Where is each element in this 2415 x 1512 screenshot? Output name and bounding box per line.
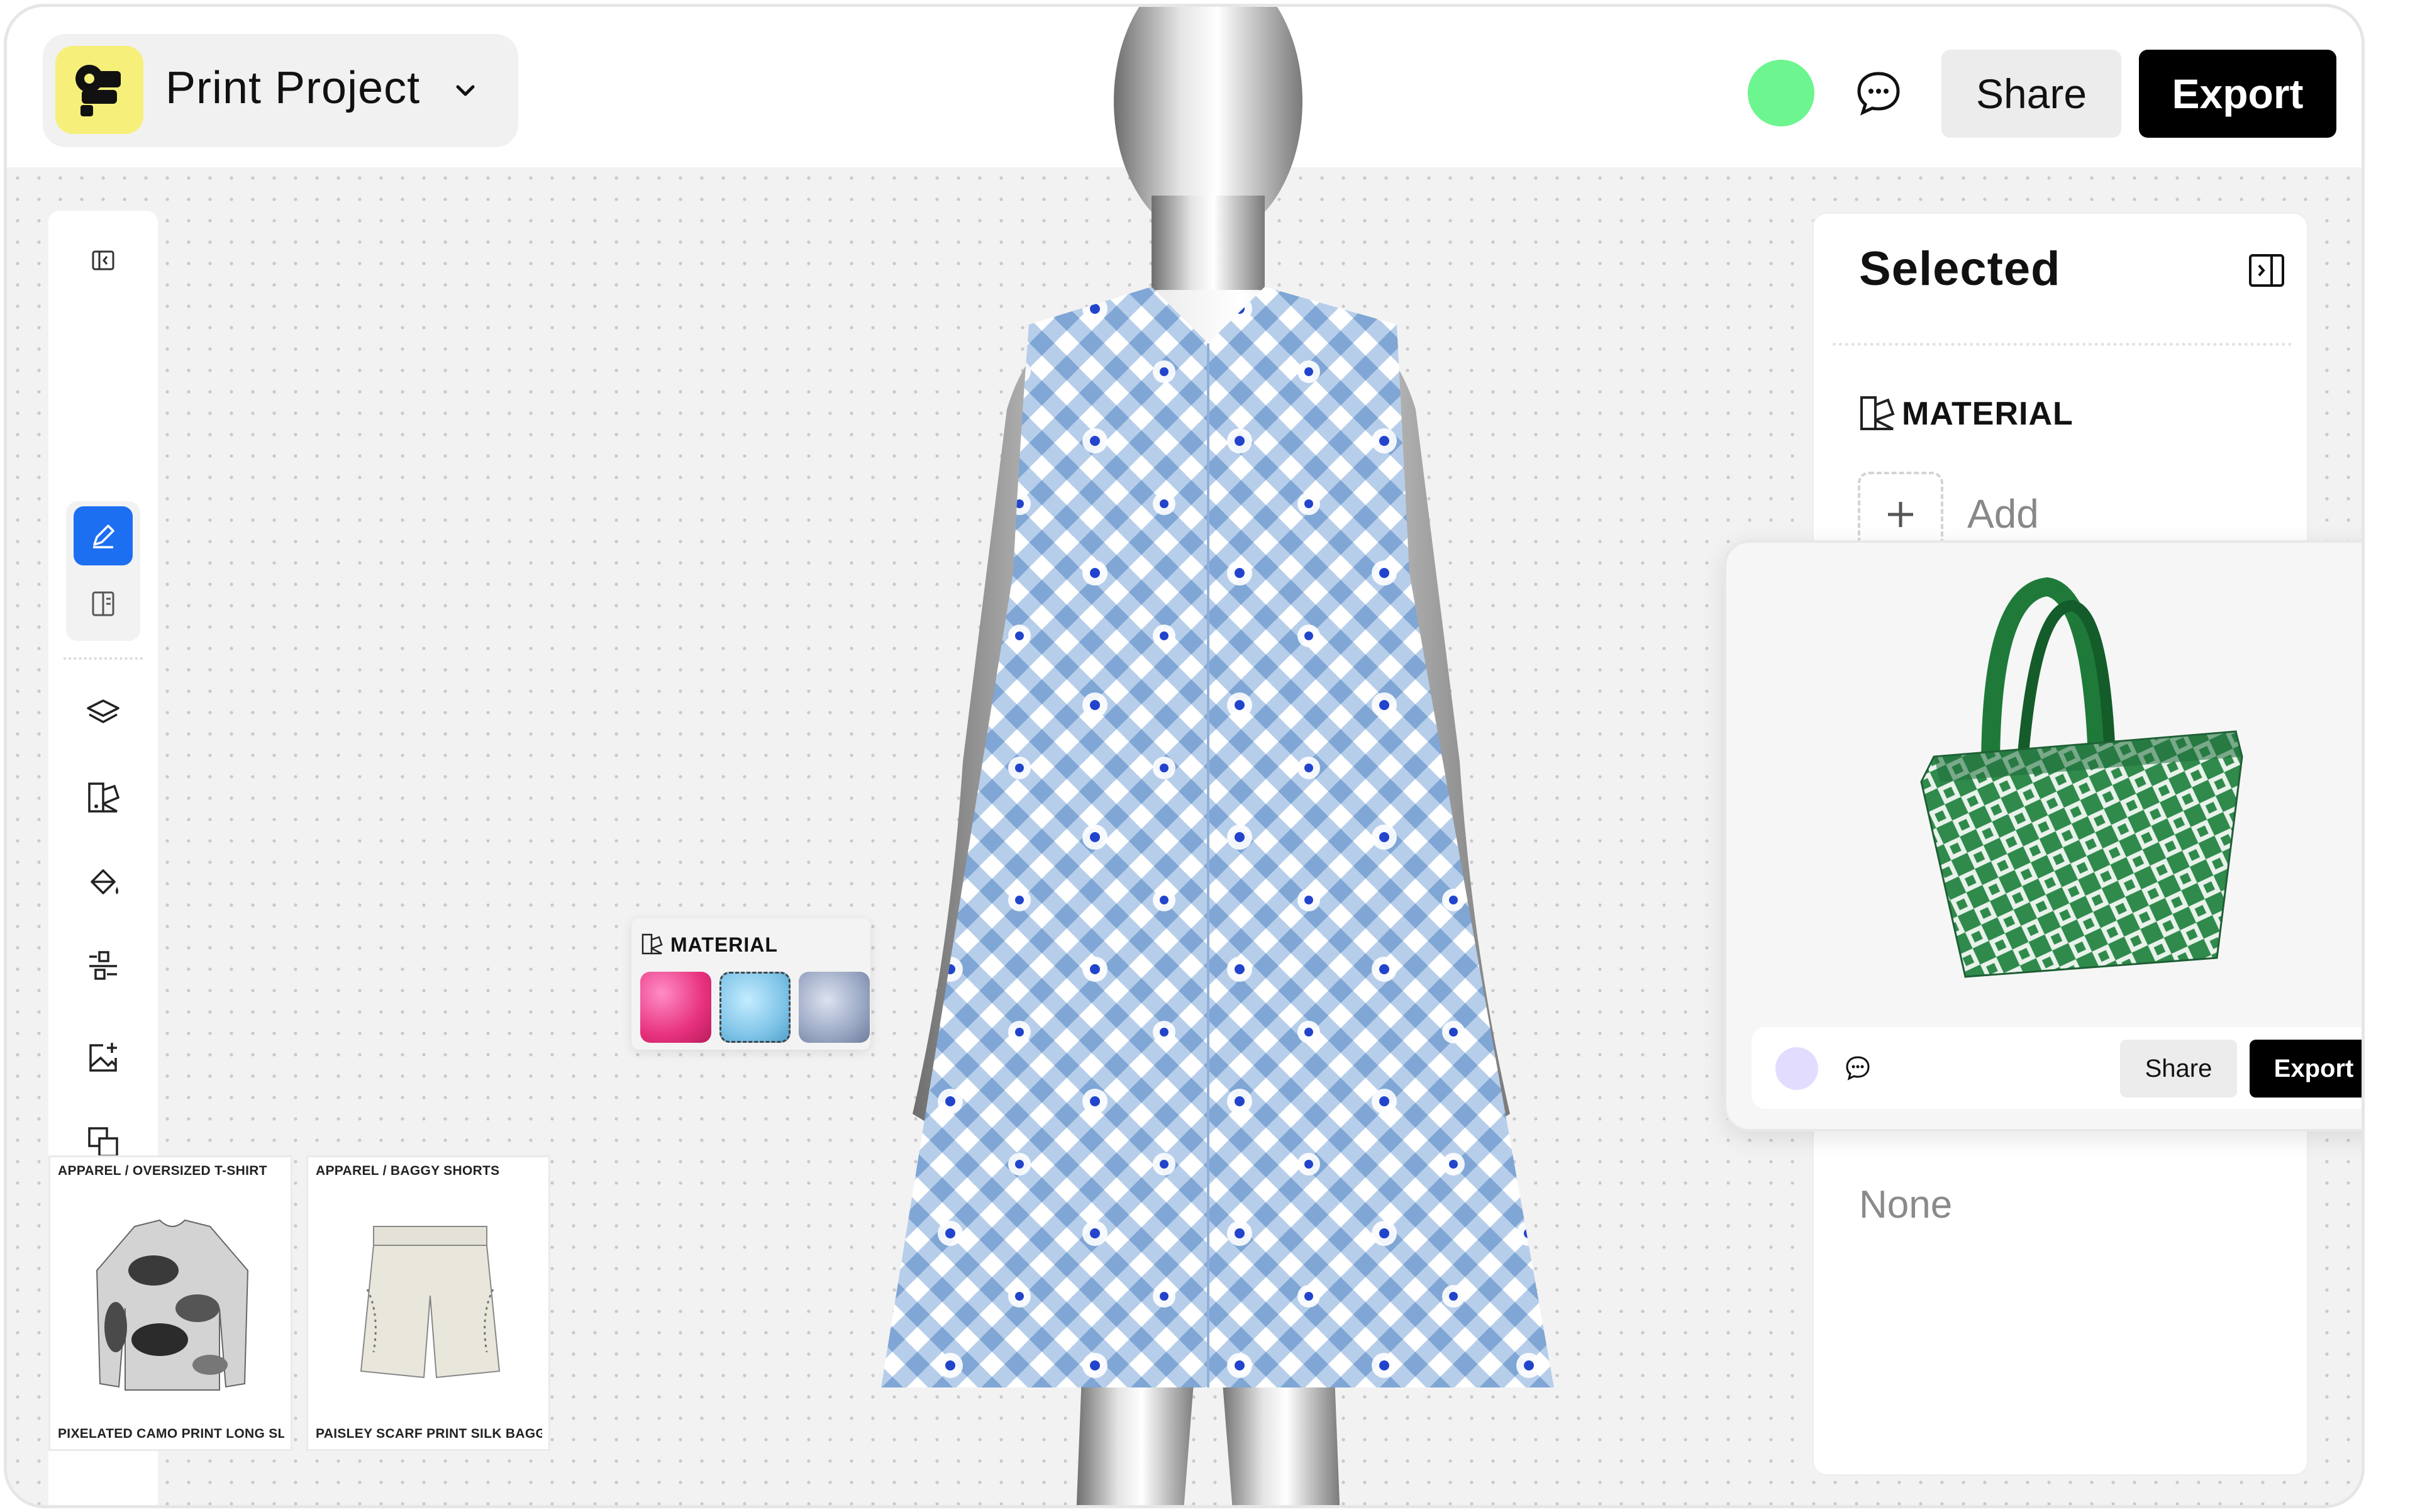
material-swatch-icon [640,932,665,960]
user-status-indicator[interactable] [1775,1047,1818,1090]
dress-render [881,7,1554,1505]
material-swatch-icon[interactable] [74,768,133,827]
project-title: Print Project [165,63,421,113]
edit-pencil-icon[interactable] [74,506,133,565]
add-material-label[interactable]: Add [1967,491,2039,537]
material-section-label: MATERIAL [1902,396,2074,432]
share-button[interactable]: Share [1941,50,2121,138]
project-switcher[interactable]: Print Project [43,34,518,147]
baggy-shorts-thumbnail [360,1226,501,1379]
swatch-pink-satin[interactable] [640,972,711,1043]
adjust-sliders-icon[interactable] [74,937,133,996]
tote-bag-render [1920,577,2243,978]
comment-icon[interactable] [1843,1053,1872,1086]
add-image-icon[interactable] [74,1028,133,1087]
export-button[interactable]: Export [2139,50,2336,138]
collapse-panel-icon[interactable] [2246,250,2287,294]
app-logo-icon [55,46,143,134]
share-button[interactable]: Share [2120,1040,2237,1098]
bag-preview-window: Share Export [1724,540,2362,1131]
product-category: APPAREL / BAGGY SHORTS [316,1164,500,1178]
collapse-sidebar-icon[interactable] [74,231,133,290]
material-popup: MATERIAL [631,918,870,1050]
swatch-silver-chiffon[interactable] [799,972,870,1043]
panel-divider [1833,343,2292,346]
layers-icon[interactable] [74,684,133,743]
product-name: PIXELATED CAMO PRINT LONG SLEEVE... [58,1426,284,1441]
document-icon[interactable] [74,574,133,633]
empty-state-text: None [1859,1183,1953,1226]
panel-title: Selected [1859,242,2061,296]
preview-action-bar: Share Export [1752,1027,2362,1109]
product-card[interactable]: APPAREL / OVERSIZED T-SHIRT PIXELATED CA… [48,1155,292,1451]
comment-icon[interactable] [1853,67,1904,119]
app-window: Print Project Share Export MATERIAL APPA… [4,4,2365,1508]
user-status-indicator[interactable] [1748,60,1814,126]
product-card[interactable]: APPAREL / BAGGY SHORTS PAISLEY SCARF PRI… [306,1155,550,1451]
paint-bucket-icon[interactable] [74,852,133,911]
camo-shirt-thumbnail [96,1219,249,1391]
product-category: APPAREL / OVERSIZED T-SHIRT [58,1164,267,1178]
material-popup-label: MATERIAL [670,933,778,956]
export-button[interactable]: Export [2250,1040,2362,1098]
toolbar-divider [64,657,143,660]
mannequin-viewport[interactable] [768,7,1648,1505]
material-swatch-icon [1858,394,1898,437]
product-name: PAISLEY SCARF PRINT SILK BAGGY WID... [316,1426,542,1441]
swatch-sky-blue-tulle[interactable] [719,972,791,1043]
chevron-down-icon [453,78,478,106]
